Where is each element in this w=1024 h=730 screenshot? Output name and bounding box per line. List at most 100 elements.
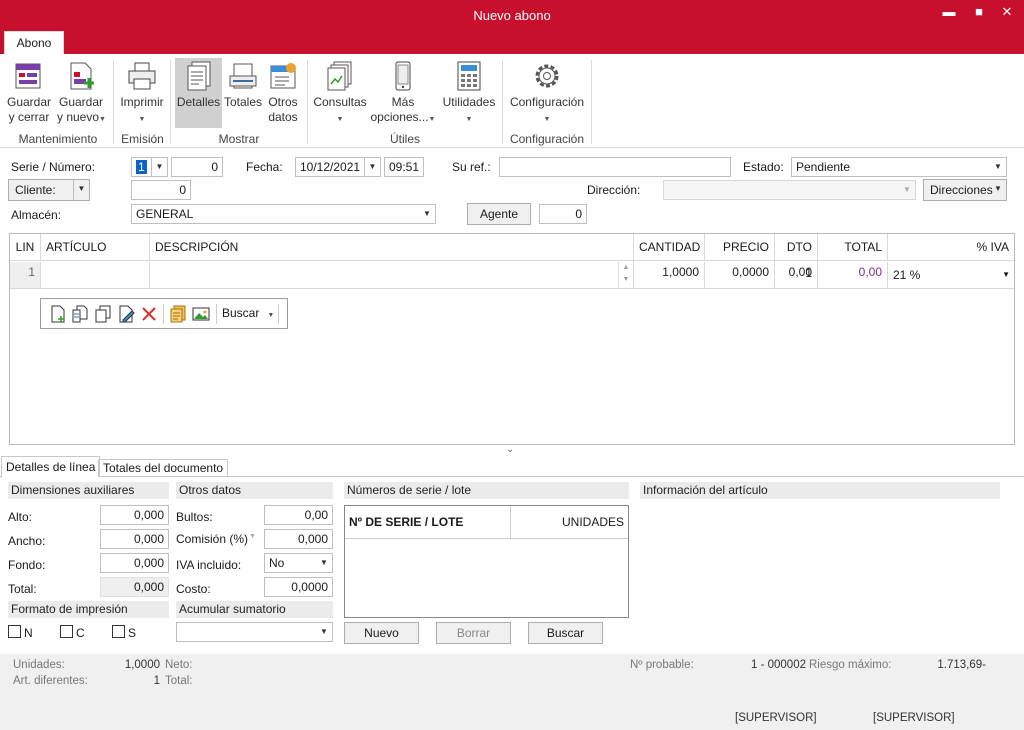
iva-incluido-value: No bbox=[269, 556, 285, 570]
buscar-dropdown[interactable]: Buscar ▼ bbox=[222, 306, 274, 320]
costo-input[interactable]: 0,0000 bbox=[264, 577, 333, 597]
new-line-icon[interactable] bbox=[49, 305, 67, 323]
col-cantidad[interactable]: CANTIDAD bbox=[634, 234, 705, 261]
row-dto1[interactable]: 0,00 bbox=[775, 262, 818, 289]
mas-opciones-button[interactable]: Más opciones...▼ bbox=[370, 60, 436, 127]
dimensiones-section-title: Dimensiones auxiliares bbox=[8, 482, 169, 499]
chevron-down-icon[interactable]: ▼ bbox=[73, 180, 89, 200]
details-icon bbox=[187, 61, 210, 91]
bultos-label: Bultos: bbox=[176, 510, 213, 524]
chevron-down-icon[interactable]: ▼ bbox=[899, 181, 915, 199]
group-configuracion: Configuración bbox=[509, 132, 585, 146]
save-new-button[interactable]: Guardar y nuevo▼ bbox=[57, 60, 106, 127]
utilidades-button[interactable]: Utilidades ▼ bbox=[441, 60, 497, 127]
cliente-input[interactable]: 0 bbox=[131, 180, 191, 200]
chevron-down-icon[interactable]: ▼ bbox=[364, 158, 380, 176]
estado-select[interactable]: Pendiente ▼ bbox=[791, 157, 1007, 177]
chevron-down-icon[interactable]: ▼ bbox=[316, 554, 332, 572]
checkbox-n[interactable] bbox=[8, 625, 21, 638]
alto-input[interactable]: 0,000 bbox=[100, 505, 169, 525]
series-borrar-button[interactable]: Borrar bbox=[436, 622, 511, 644]
mas-opciones-label: Más opciones... bbox=[370, 95, 429, 124]
detalles-button[interactable]: Detalles bbox=[175, 58, 222, 128]
checkbox-s[interactable] bbox=[112, 625, 125, 638]
checkbox-c[interactable] bbox=[60, 625, 73, 638]
row-scroll-icon[interactable]: ▲ ▼ bbox=[618, 262, 633, 288]
print-button[interactable]: Imprimir ▼ bbox=[119, 60, 165, 127]
save-close-button[interactable]: Guardar y cerrar bbox=[6, 60, 52, 125]
otros-datos-button[interactable]: Otros datos bbox=[264, 60, 302, 125]
tab-detalles-linea[interactable]: Detalles de línea bbox=[1, 456, 101, 478]
chevron-down-icon[interactable]: ▼ bbox=[419, 205, 435, 223]
agente-input[interactable]: 0 bbox=[539, 204, 587, 224]
fecha-input[interactable]: 10/12/2021 ▼ bbox=[295, 157, 381, 177]
row-precio[interactable]: 0,0000 bbox=[705, 262, 775, 289]
chevron-down-icon[interactable]: ▼ bbox=[316, 623, 332, 641]
edit-icon[interactable] bbox=[117, 305, 135, 323]
row-descripcion[interactable]: ▲ ▼ bbox=[150, 262, 634, 289]
tab-totales-documento[interactable]: Totales del documento bbox=[98, 459, 229, 477]
series-col-unidades[interactable]: UNIDADES bbox=[511, 506, 628, 539]
totales-label: Totales bbox=[223, 95, 263, 109]
cliente-button[interactable]: Cliente: ▼ bbox=[8, 179, 90, 201]
close-icon[interactable]: ✕ bbox=[996, 4, 1018, 22]
save-close-icon bbox=[15, 63, 41, 89]
col-total[interactable]: TOTAL bbox=[818, 234, 888, 261]
configuracion-button[interactable]: Configuración ▼ bbox=[507, 60, 587, 127]
maximize-icon[interactable]: ■ bbox=[968, 4, 990, 22]
direccion-select[interactable]: ▼ bbox=[663, 180, 916, 200]
notes-icon[interactable] bbox=[169, 305, 187, 323]
row-cantidad[interactable]: 1,0000 bbox=[634, 262, 705, 289]
direccion-label: Dirección: bbox=[587, 183, 641, 197]
col-descripcion[interactable]: DESCRIPCIÓN bbox=[150, 234, 634, 261]
row-iva[interactable]: 21 % ▼ bbox=[888, 262, 1014, 289]
iva-incluido-select[interactable]: No ▼ bbox=[264, 553, 333, 573]
almacen-label: Almacén: bbox=[11, 208, 62, 222]
group-mostrar: Mostrar bbox=[218, 132, 260, 146]
consultas-caret: ▼ bbox=[336, 116, 344, 123]
col-articulo[interactable]: ARTÍCULO bbox=[41, 234, 150, 261]
otros-datos-label: Otros datos bbox=[268, 95, 298, 124]
suref-input[interactable] bbox=[499, 157, 731, 177]
riesgo-label: Riesgo máximo: bbox=[809, 659, 892, 671]
ancho-label: Ancho: bbox=[8, 534, 46, 548]
col-iva[interactable]: % IVA bbox=[888, 234, 1014, 261]
copy-icon[interactable] bbox=[94, 305, 112, 323]
print-label: Imprimir bbox=[120, 95, 164, 109]
direcciones-button[interactable]: Direcciones ▼ bbox=[923, 179, 1007, 201]
row-articulo[interactable] bbox=[41, 262, 150, 289]
col-dto1[interactable]: DTO 1 bbox=[775, 234, 818, 280]
fondo-input[interactable]: 0,000 bbox=[100, 553, 169, 573]
col-lin[interactable]: LIN bbox=[10, 234, 41, 261]
comision-input[interactable]: 0,000 bbox=[264, 529, 333, 549]
ancho-input[interactable]: 0,000 bbox=[100, 529, 169, 549]
totales-button[interactable]: Totales bbox=[223, 60, 263, 110]
col-precio[interactable]: PRECIO bbox=[705, 234, 775, 261]
consultas-button[interactable]: Consultas ▼ bbox=[312, 60, 368, 127]
hora-input[interactable]: 09:51 bbox=[384, 157, 424, 177]
delete-icon[interactable] bbox=[140, 305, 158, 323]
cliente-label: Cliente: bbox=[15, 183, 56, 197]
series-col-serie[interactable]: Nº DE SERIE / LOTE bbox=[345, 506, 511, 539]
series-nuevo-button[interactable]: Nuevo bbox=[344, 622, 419, 644]
chevron-down-icon[interactable]: ▼ bbox=[249, 533, 256, 540]
numero-input[interactable]: 0 bbox=[171, 157, 223, 177]
image-icon[interactable] bbox=[192, 305, 210, 323]
almacen-select[interactable]: GENERAL ▼ bbox=[131, 204, 436, 224]
insert-line-icon[interactable] bbox=[71, 305, 89, 323]
ribbon-tab-abono[interactable]: Abono bbox=[4, 31, 64, 55]
minimize-icon[interactable]: ▬ bbox=[938, 4, 960, 22]
chevron-down-icon[interactable]: ▼ bbox=[1002, 262, 1010, 288]
chevron-down-icon[interactable]: ▼ bbox=[990, 158, 1006, 176]
agente-button[interactable]: Agente bbox=[467, 203, 531, 225]
neto-label: Neto: bbox=[165, 659, 193, 671]
acumular-select[interactable]: ▼ bbox=[176, 622, 333, 642]
splitter-chevron-icon[interactable]: ⌄ bbox=[506, 444, 514, 455]
bultos-input[interactable]: 0,00 bbox=[264, 505, 333, 525]
gear-icon bbox=[535, 64, 559, 88]
serie-select[interactable]: 1 ▼ bbox=[131, 157, 168, 177]
series-section-title: Números de serie / lote bbox=[344, 482, 629, 499]
chevron-down-icon[interactable]: ▼ bbox=[151, 158, 167, 176]
series-buscar-button[interactable]: Buscar bbox=[528, 622, 603, 644]
chevron-down-icon[interactable]: ▼ bbox=[990, 180, 1006, 200]
